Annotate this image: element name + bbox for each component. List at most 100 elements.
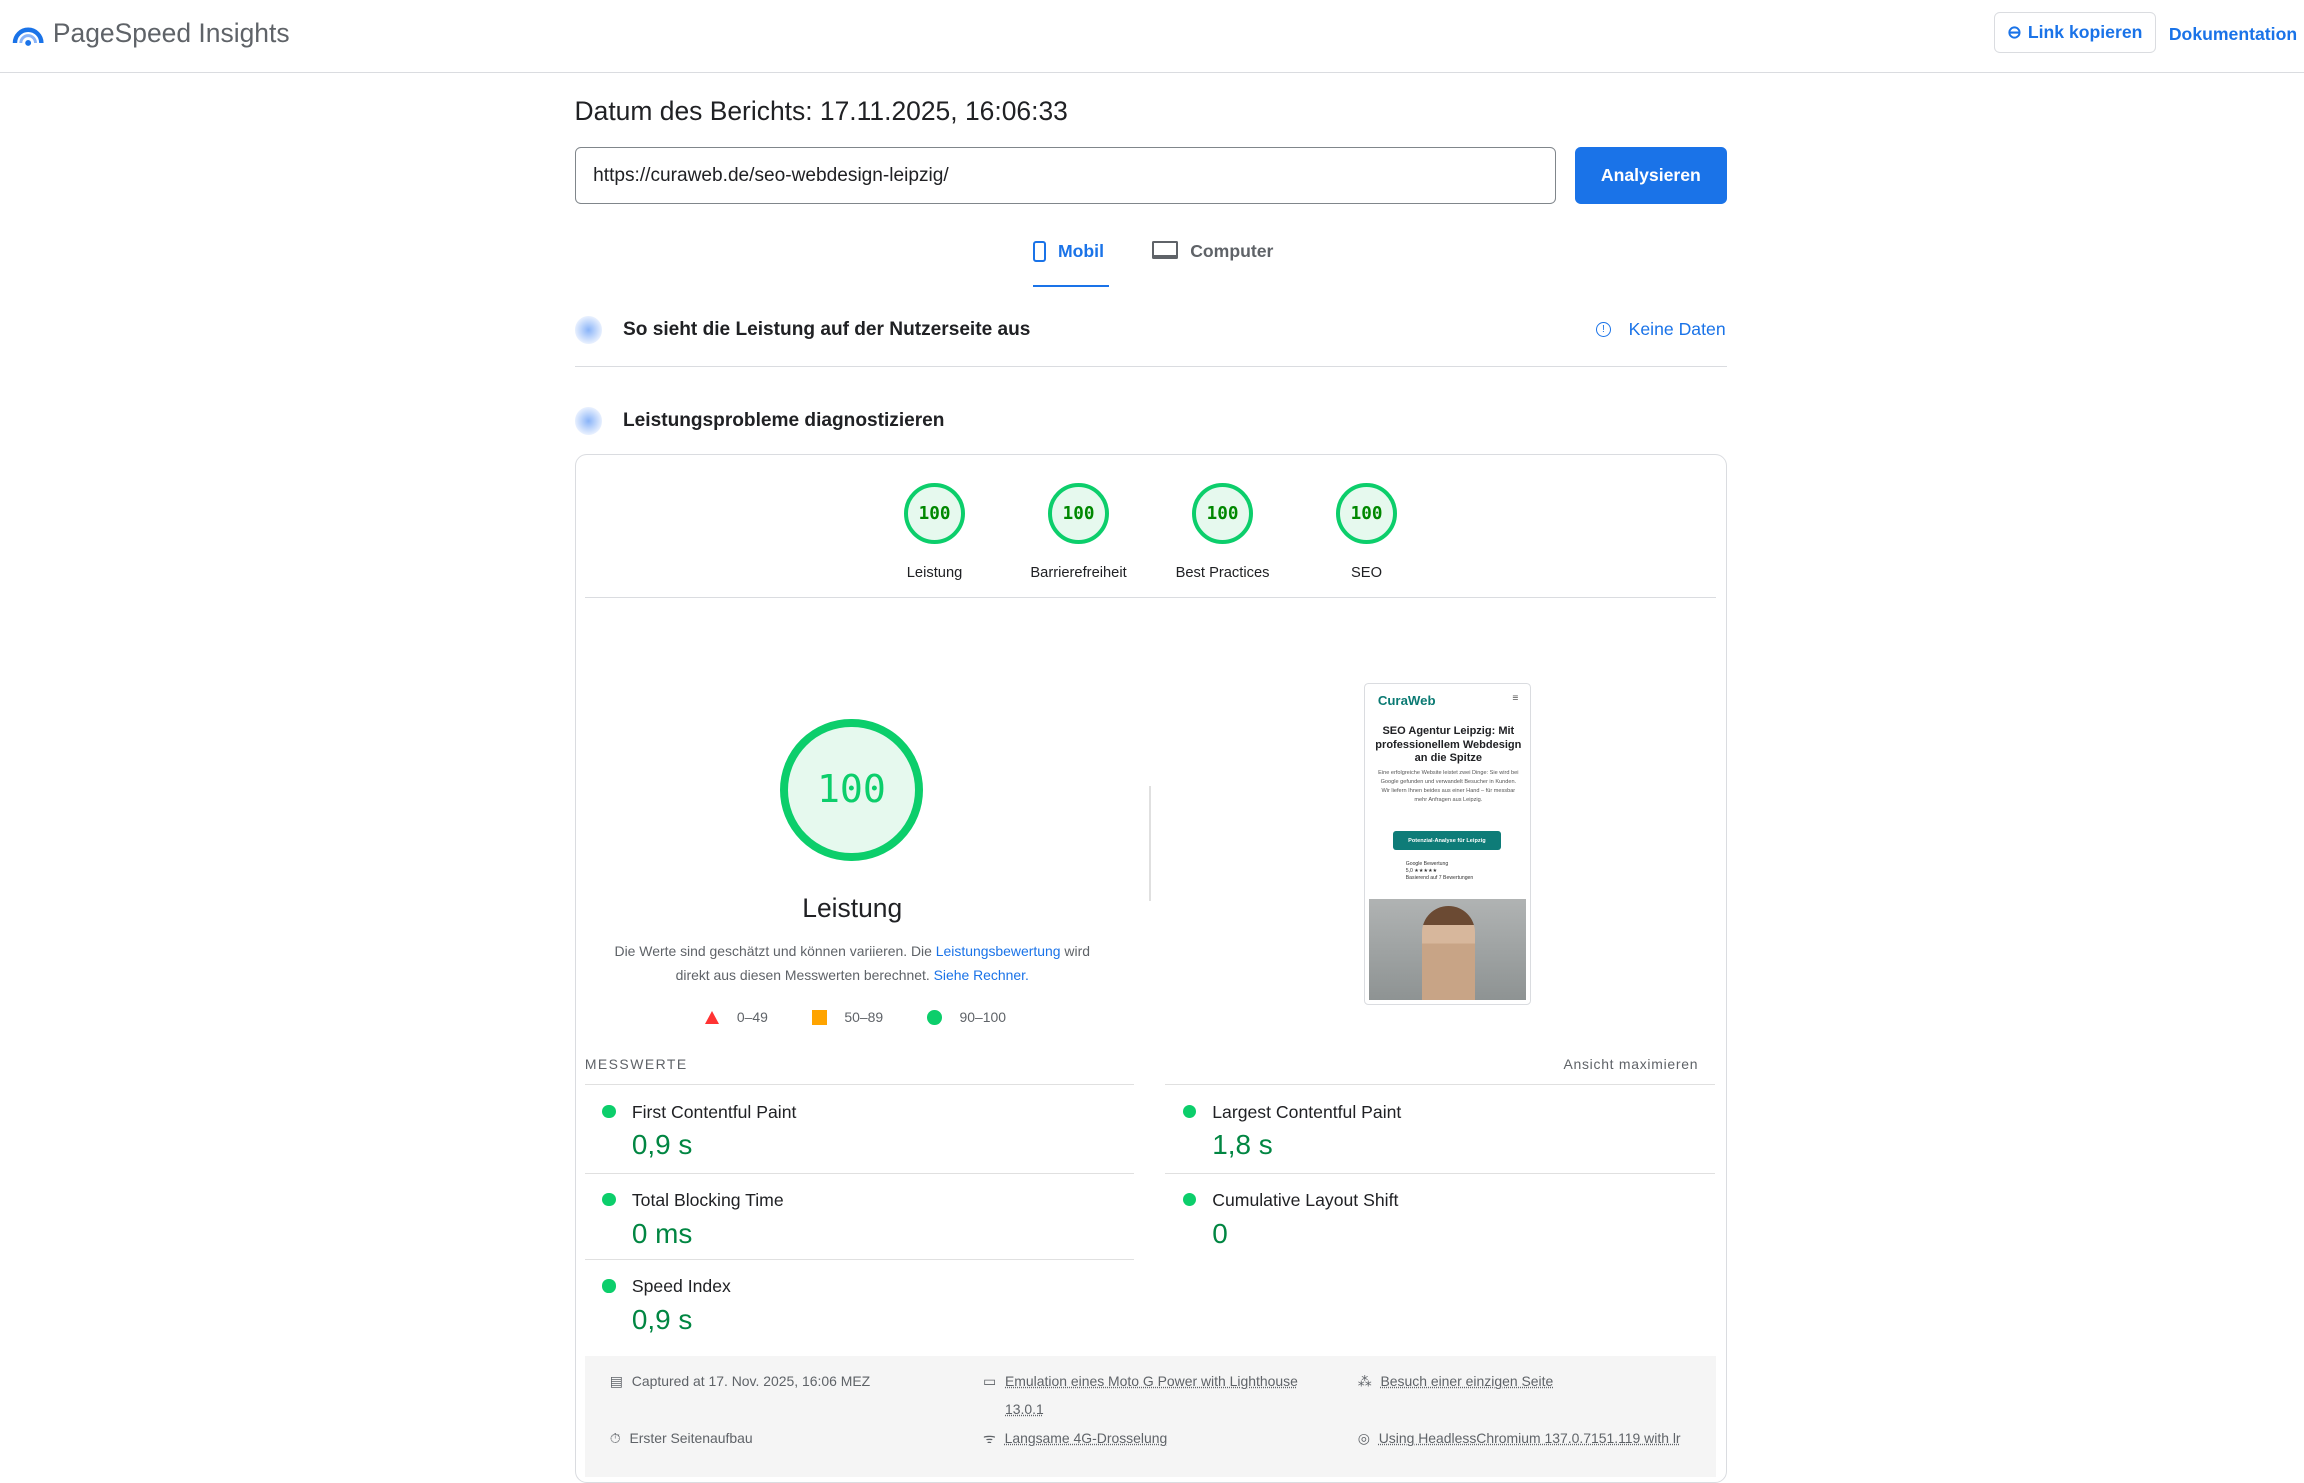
legend-label: 90–100 (959, 1009, 1006, 1026)
metric-name: First Contentful Paint (631, 1101, 797, 1122)
info-icon: ! (1595, 321, 1611, 337)
no-data-label: Keine Daten (1628, 318, 1726, 339)
run-info-footer: ▤ Captured at 17. Nov. 2025, 16:06 MEZ ▭ E… (584, 1356, 1717, 1477)
emulation-info[interactable]: ▭ Emulation eines Moto G Power with Light… (983, 1368, 1321, 1424)
browser-info[interactable]: ◎ Using HeadlessChromium 137.0.7151.119 w… (1358, 1425, 1681, 1453)
metrics-heading: MESSWERTE (584, 1056, 688, 1073)
score-label: Leistung (906, 564, 963, 581)
phone-icon (1032, 240, 1047, 262)
no-data-link[interactable]: ! Keine Daten (1595, 318, 1726, 340)
rating-label: Google Bewertung (1405, 860, 1449, 867)
report-date: Datum des Berichts: 17.11.2025, 16:06:33 (574, 95, 1068, 126)
performance-description: Die Werte sind geschätzt und können vari… (602, 940, 1102, 987)
throttling-info[interactable]: ᯤ Langsame 4G-Drosselung (983, 1425, 1167, 1453)
good-dot-icon (1182, 1104, 1197, 1118)
performance-score-link[interactable]: Leistungsbewertung (936, 943, 1061, 959)
top-bar (0, 0, 2304, 73)
metric-value: 0 (1212, 1217, 1228, 1249)
good-dot-icon (1182, 1192, 1197, 1206)
score-gauge-seo[interactable]: 100 SEO (1293, 483, 1440, 581)
score-label: Best Practices (1175, 564, 1270, 581)
stopwatch-icon: ⏱ (609, 1430, 621, 1447)
good-dot-icon (602, 1192, 616, 1206)
field-data-section: So sieht die Leistung auf der Nutzerseit… (574, 315, 1727, 344)
info-text: Using HeadlessChromium 137.0.7151.119 wi… (1378, 1430, 1681, 1447)
preview-button: Potenzial-Analyse für Leipzig (1392, 831, 1502, 851)
score-label: Barrierefreiheit (1030, 564, 1127, 581)
captured-info: ▤ Captured at 17. Nov. 2025, 16:06 MEZ (610, 1368, 870, 1396)
score-gauge-accessibility[interactable]: 100 Barrierefreiheit (1005, 483, 1152, 581)
metric-speed-index: Speed Index 0,9 s (584, 1259, 1135, 1347)
copy-link-label: Link kopieren (2027, 21, 2143, 42)
performance-title: Leistung (802, 893, 903, 924)
pagespeed-logo-icon (12, 27, 44, 46)
score-legend: 0–49 50–89 90–100 (705, 1009, 1006, 1025)
nodes-icon: ⁂ (1357, 1373, 1372, 1389)
info-text: Besuch einer einzigen Seite (1380, 1373, 1554, 1389)
tab-label: Computer (1190, 240, 1274, 261)
app-title[interactable]: PageSpeed Insights (53, 18, 290, 49)
single-visit-info[interactable]: ⁂ Besuch einer einzigen Seite (1358, 1368, 1554, 1396)
calculator-link[interactable]: Siehe Rechner. (934, 967, 1029, 983)
average-square-icon (812, 1010, 827, 1025)
copy-link-button[interactable]: ⊖ Link kopieren (1993, 11, 2156, 53)
chrome-icon: ◎ (1357, 1430, 1370, 1447)
tab-mobile[interactable]: Mobil (1032, 240, 1110, 288)
good-dot-icon (602, 1104, 616, 1118)
score-value: 100 (1192, 483, 1253, 545)
first-load-info: ⏱ Erster Seitenaufbau (610, 1425, 753, 1453)
preview-text: Eine erfolgreiche Website leistet zwei D… (1378, 770, 1519, 803)
score-gauge-best-practices[interactable]: 100 Best Practices (1149, 483, 1296, 581)
good-dot-icon (602, 1279, 616, 1293)
signal-icon: ᯤ (983, 1430, 996, 1447)
tab-desktop[interactable]: Computer (1152, 240, 1274, 285)
metric-value: 0,9 s (631, 1129, 693, 1161)
score-gauge-performance[interactable]: 100 Leistung (861, 483, 1008, 581)
link-icon: ⊖ (2007, 21, 2022, 42)
rating-value: 5,0 ★★★★★ (1405, 867, 1438, 874)
metric-tbt: Total Blocking Time 0 ms (584, 1172, 1135, 1261)
metric-name: Largest Contentful Paint (1212, 1101, 1402, 1122)
page-screenshot-preview: CuraWeb ≡ SEO Agentur Leipzig: Mit profe… (1363, 683, 1532, 1006)
score-value: 100 (1336, 483, 1397, 545)
laptop-icon (1152, 240, 1179, 259)
divider (584, 596, 1717, 599)
tab-label: Mobil (1057, 240, 1104, 261)
metric-value: 0,9 s (631, 1304, 693, 1336)
preview-photo (1369, 898, 1527, 1001)
devices-icon: ▭ (983, 1373, 997, 1389)
info-text: Emulation eines Moto G Power with Lighth… (1005, 1373, 1298, 1417)
rating-sub: Basierend auf 7 Bewertungen (1405, 875, 1474, 882)
documentation-link[interactable]: Dokumentation (2169, 24, 2297, 45)
preview-logo: CuraWeb (1377, 693, 1436, 709)
person-figure (1421, 906, 1475, 1001)
score-label: SEO (1351, 564, 1383, 581)
metric-value: 0 ms (631, 1217, 693, 1249)
url-input[interactable] (574, 146, 1557, 205)
preview-rating: Google Bewertung 5,0 ★★★★★ Basierend auf 7… (1406, 861, 1474, 883)
poor-triangle-icon (705, 1011, 720, 1024)
calendar-icon: ▤ (609, 1373, 623, 1389)
menu-icon: ≡ (1512, 693, 1519, 705)
expand-view-toggle[interactable]: Ansicht maximieren (1563, 1056, 1698, 1072)
metric-name: Speed Index (631, 1276, 731, 1297)
metric-value: 1,8 s (1212, 1129, 1273, 1161)
performance-score-gauge: 100 (780, 718, 923, 861)
desc-text: Die Werte sind geschätzt und können vari… (614, 943, 936, 960)
legend-label: 50–89 (844, 1009, 884, 1026)
info-text: Captured at 17. Nov. 2025, 16:06 MEZ (631, 1373, 871, 1389)
analyze-button[interactable]: Analysieren (1575, 146, 1727, 205)
legend-label: 0–49 (736, 1009, 768, 1026)
section-title: Leistungsprobleme diagnostizieren (623, 409, 945, 431)
users-icon (574, 315, 603, 344)
metric-fcp: First Contentful Paint 0,9 s (584, 1084, 1135, 1172)
divider (1149, 786, 1151, 901)
preview-headline: SEO Agentur Leipzig: Mit professionellem… (1375, 725, 1522, 764)
metric-cls: Cumulative Layout Shift 0 (1165, 1172, 1715, 1261)
divider (574, 365, 1727, 368)
section-title: So sieht die Leistung auf der Nutzerseit… (623, 318, 1031, 340)
score-value: 100 (904, 483, 965, 545)
metric-name: Total Blocking Time (631, 1189, 784, 1210)
diagnose-icon (574, 407, 603, 435)
score-value: 100 (1048, 483, 1109, 545)
